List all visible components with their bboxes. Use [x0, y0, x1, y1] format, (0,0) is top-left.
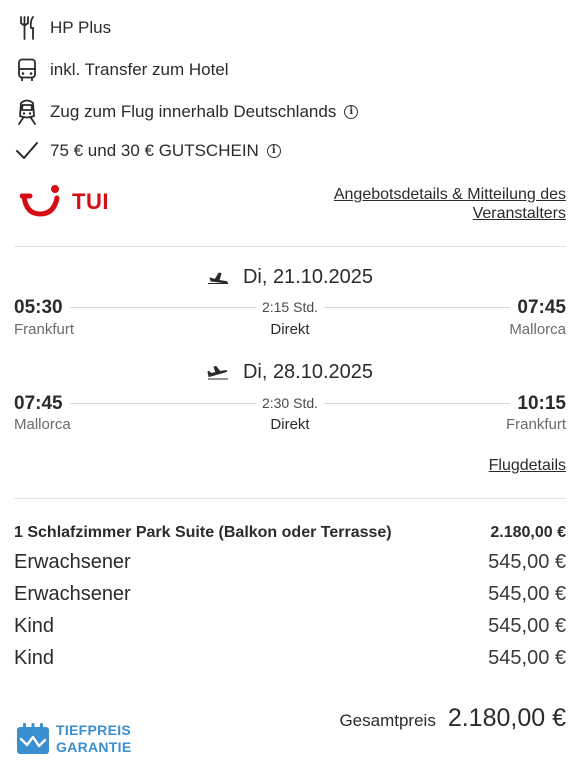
traveller-amount: 545,00 € [488, 647, 566, 669]
outbound-stops: Direkt [270, 321, 310, 338]
divider [14, 246, 566, 247]
room-amount: 2.180,00 € [490, 524, 566, 541]
tui-logo: TUI [20, 184, 109, 220]
flight-details-link[interactable]: Flugdetails [489, 457, 566, 475]
traveller-label: Erwachsener [14, 583, 131, 605]
plane-departure-icon [207, 271, 229, 285]
traveller-amount: 545,00 € [488, 615, 566, 637]
return-date: Di, 28.10.2025 [0, 361, 580, 384]
return-stops: Direkt [270, 416, 310, 433]
divider [14, 498, 566, 499]
feature-train: Zug zum Flug innerhalb Deutschlands i [14, 96, 359, 128]
traveller-label: Kind [14, 647, 55, 669]
return-duration: 2:30 Std. [0, 395, 580, 411]
total-amount: 2.180,00 € [447, 704, 566, 732]
badge-text: TIEFPREIS GARANTIE [56, 722, 132, 756]
traveller-row: Kind 545,00 € [14, 615, 566, 638]
traveller-label: Kind [14, 615, 55, 637]
total-label: Gesamtpreis [339, 711, 436, 730]
feature-board: HP Plus [14, 12, 111, 44]
badge-line-1: TIEFPREIS [56, 722, 132, 738]
traveller-amount: 545,00 € [488, 583, 566, 605]
feature-voucher: 75 € und 30 € GUTSCHEIN i [14, 135, 281, 167]
feature-text: inkl. Transfer zum Hotel [50, 60, 229, 79]
cutlery-icon [14, 15, 40, 41]
calendar-guarantee-icon [17, 723, 49, 754]
traveller-amount: 545,00 € [488, 551, 566, 573]
traveller-row: Erwachsener 545,00 € [14, 551, 566, 574]
badge-line-2: GARANTIE [56, 739, 132, 755]
feature-text: 75 € und 30 € GUTSCHEIN [50, 141, 259, 160]
info-icon[interactable]: i [344, 105, 359, 119]
return-arrival-city: Frankfurt [505, 416, 566, 433]
outbound-date: Di, 21.10.2025 [0, 266, 580, 289]
traveller-label: Erwachsener [14, 551, 131, 573]
feature-transfer: inkl. Transfer zum Hotel [14, 54, 229, 86]
plane-arrival-icon [207, 365, 229, 380]
outbound-duration: 2:15 Std. [0, 299, 580, 315]
check-icon [14, 138, 40, 164]
total-price: Gesamtpreis 2.180,00 € [339, 704, 566, 733]
room-label: 1 Schlafzimmer Park Suite (Balkon oder T… [14, 524, 392, 541]
traveller-row: Kind 545,00 € [14, 647, 566, 670]
traveller-row: Erwachsener 545,00 € [14, 583, 566, 606]
feature-text: HP Plus [50, 18, 112, 37]
return-date-text: Di, 28.10.2025 [242, 361, 374, 383]
return-arrival-time: 10:15 [517, 393, 566, 414]
train-icon [14, 99, 40, 125]
outbound-arrival-time: 07:45 [517, 297, 566, 318]
info-icon[interactable]: i [266, 144, 281, 158]
outbound-date-text: Di, 21.10.2025 [242, 266, 374, 288]
bus-icon [14, 57, 40, 83]
room-price-row: 1 Schlafzimmer Park Suite (Balkon oder T… [14, 524, 566, 542]
feature-text: Zug zum Flug innerhalb Deutschlands [50, 102, 337, 121]
tui-logo-text: TUI [72, 189, 109, 214]
low-price-guarantee-badge[interactable]: TIEFPREIS GARANTIE [16, 722, 132, 756]
offer-details-link[interactable]: Angebotsdetails & Mitteilung des Veranst… [306, 185, 566, 223]
tui-smile-icon [20, 185, 60, 217]
outbound-arrival-city: Mallorca [509, 321, 566, 338]
